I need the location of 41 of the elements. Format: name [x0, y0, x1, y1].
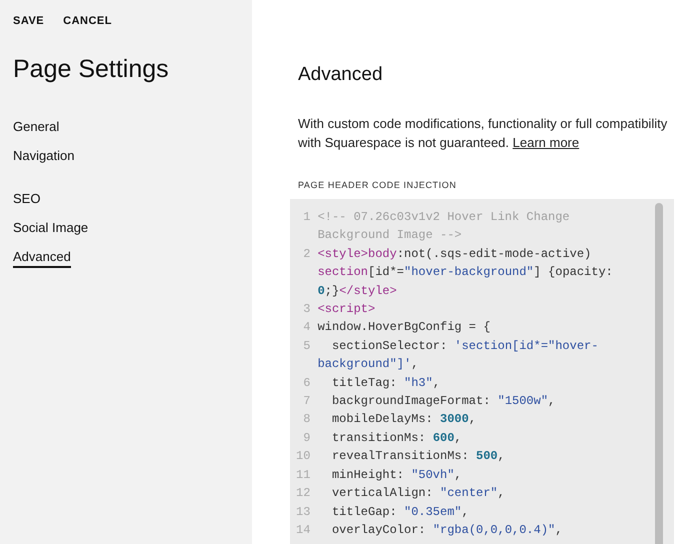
code-line: transitionMs: 600,: [330, 430, 463, 447]
learn-more-link[interactable]: Learn more: [512, 135, 580, 150]
nav-link[interactable]: Navigation: [13, 148, 74, 165]
code-line: titleGap: "0.35em",: [330, 504, 470, 520]
line-number: 7: [302, 393, 310, 410]
line-number: 6: [302, 374, 310, 392]
page-title: Page Settings: [13, 55, 170, 84]
scrollbar[interactable]: [655, 203, 663, 544]
field-label: PAGE HEADER CODE INJECTION: [298, 180, 458, 190]
nav-link[interactable]: General: [13, 119, 60, 136]
action-button[interactable]: SAVE: [13, 15, 44, 27]
nav-link[interactable]: Advanced: [13, 249, 71, 268]
code-line: titleTag: "h3",: [330, 374, 442, 392]
line-number: 1: [302, 209, 310, 226]
code-line: overlayColor: "rgba(0,0,0,0.4)",: [330, 522, 564, 539]
code-line: revealTransitionMs: 500,: [330, 448, 506, 466]
code-line: window.HoverBgConfig = {: [318, 319, 492, 336]
intro-text: With custom code modifications, functionality or full compatibility with Squarespace is not guaranteed. Learn more: [298, 115, 668, 152]
line-number: 10: [296, 448, 310, 466]
line-number: 8: [302, 411, 310, 428]
line-number: 14: [296, 522, 310, 539]
action-button[interactable]: CANCEL: [63, 15, 112, 27]
line-number: 9: [302, 430, 310, 447]
code-line: mobileDelayMs: 3000,: [330, 411, 478, 428]
code-line: <script>: [318, 301, 376, 318]
code-line: backgroundImageFormat: "1500w",: [330, 393, 556, 410]
line-number: 2: [302, 246, 310, 263]
line-number: 13: [296, 504, 310, 520]
code-line: verticalAlign: "center",: [330, 485, 506, 502]
line-number: 5: [302, 338, 310, 355]
code-line: minHeight: "50vh",: [330, 466, 463, 484]
nav-link[interactable]: Social Image: [13, 220, 88, 237]
section-heading: Advanced: [298, 64, 384, 86]
nav-link[interactable]: SEO: [13, 191, 40, 208]
line-number: 12: [296, 485, 310, 502]
line-number: 11: [296, 466, 310, 484]
line-number: 4: [302, 319, 310, 336]
code-line: <style>body:not(.sqs-edit-mode-active) section[id*="hover-background"] {opacity: 0;}</style>: [318, 246, 614, 300]
code-editor[interactable]: [290, 199, 674, 544]
line-number: 3: [302, 301, 310, 318]
code-line: <!-- 07.26c03v1v2 Hover Link Change Background Image -->: [318, 209, 571, 244]
